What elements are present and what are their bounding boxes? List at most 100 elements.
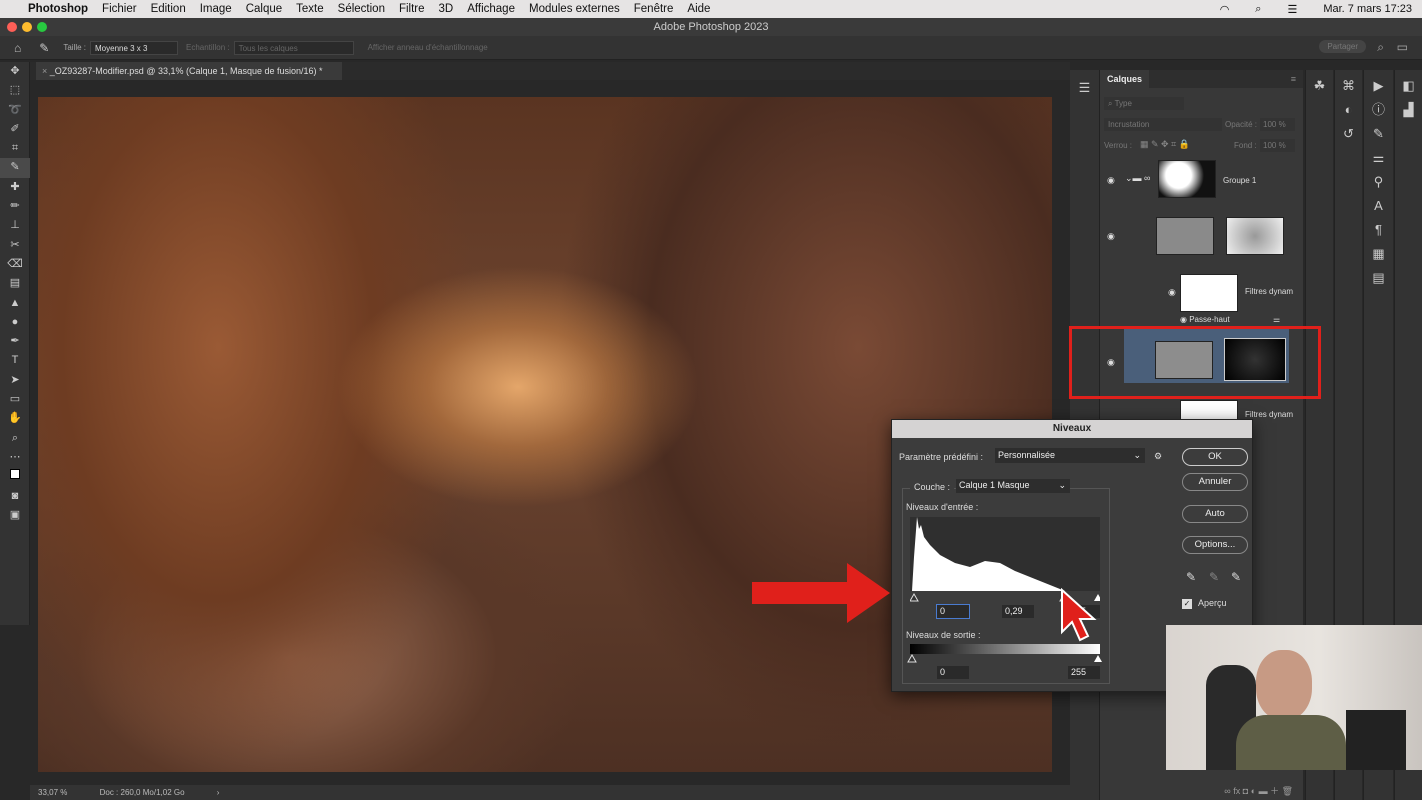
menu-modules[interactable]: Modules externes — [529, 3, 620, 15]
zoom-tool-icon[interactable]: ⌕ — [0, 429, 30, 448]
smart-object-thumbnail[interactable] — [1156, 217, 1214, 255]
menu-calque[interactable]: Calque — [246, 3, 282, 15]
menu-fenetre[interactable]: Fenêtre — [634, 3, 674, 15]
smart-filter-mask-thumbnail[interactable] — [1180, 274, 1238, 312]
dodge-tool-icon[interactable]: ● — [0, 313, 30, 332]
input-black-slider[interactable] — [910, 592, 919, 602]
healing-tool-icon[interactable]: ✚ — [0, 178, 30, 197]
paths-icon[interactable]: ⌘ — [1335, 74, 1362, 98]
output-white-field[interactable]: 255 — [1068, 666, 1100, 679]
adjustments-icon[interactable]: ☰ — [1070, 76, 1099, 100]
preset-gear-icon[interactable]: ⚙ — [1154, 451, 1162, 462]
marquee-tool-icon[interactable]: ⬚ — [0, 81, 30, 100]
gray-eyedropper-icon[interactable]: ✎ — [1209, 570, 1219, 584]
sample-select[interactable]: Tous les calques — [233, 40, 354, 55]
color-panel-icon[interactable]: ☘ — [1306, 74, 1333, 98]
menu-edition[interactable]: Edition — [151, 3, 186, 15]
white-eyedropper-icon[interactable]: ✎ — [1231, 570, 1241, 584]
filter-passe-haut[interactable]: ◉ Passe-haut — [1180, 315, 1230, 324]
menu-image[interactable]: Image — [200, 3, 232, 15]
close-window-button[interactable] — [7, 22, 17, 32]
menu-filtre[interactable]: Filtre — [399, 3, 425, 15]
zoom-window-button[interactable] — [37, 22, 47, 32]
layer-mask-thumbnail[interactable] — [1226, 217, 1284, 255]
notes-icon[interactable]: ▤ — [1364, 266, 1393, 290]
glyphs-icon[interactable]: ▦ — [1364, 242, 1393, 266]
fill-field[interactable]: 100 % — [1260, 139, 1295, 152]
panel-menu-icon[interactable]: ≡ — [1284, 70, 1303, 88]
visibility-eye-icon[interactable]: ◉ — [1107, 231, 1115, 242]
pen-tool-icon[interactable]: ✒ — [0, 332, 30, 351]
brush-tool-icon[interactable]: ✏ — [0, 197, 30, 216]
input-black-field[interactable]: 0 — [936, 604, 970, 619]
play-icon[interactable]: ▶ — [1364, 74, 1393, 98]
workspace-icon[interactable]: ▭ — [1397, 40, 1408, 54]
paragraph-icon[interactable]: ¶ — [1364, 218, 1393, 242]
status-menu-icon[interactable]: › — [217, 788, 220, 797]
quick-select-tool-icon[interactable]: ✐ — [0, 120, 30, 139]
gradient-tool-icon[interactable]: ▤ — [0, 274, 30, 293]
channel-select[interactable]: Calque 1 Masque ⌄ — [956, 479, 1070, 493]
datetime[interactable]: Mar. 7 mars 17:23 — [1323, 3, 1412, 15]
minimize-window-button[interactable] — [22, 22, 32, 32]
menu-fichier[interactable]: Fichier — [102, 3, 137, 15]
auto-button[interactable]: Auto — [1182, 505, 1248, 523]
visibility-eye-icon[interactable]: ◉ — [1107, 175, 1115, 186]
layers-footer-icons[interactable]: ∞ fx ◘ ◐ ▬ ＋ 🗑 — [1100, 782, 1303, 800]
output-black-field[interactable]: 0 — [937, 666, 969, 679]
menu-selection[interactable]: Sélection — [338, 3, 385, 15]
menu-app[interactable]: Photoshop — [28, 3, 88, 15]
eraser-tool-icon[interactable]: ⌫ — [0, 255, 30, 274]
size-select[interactable]: Moyenne 3 x 3 — [90, 40, 178, 55]
hand-tool-icon[interactable]: ✋ — [0, 409, 30, 428]
preset-select[interactable]: Personnalisée ⌄ — [995, 448, 1145, 463]
move-tool-icon[interactable]: ✥ — [0, 62, 30, 81]
black-eyedropper-icon[interactable]: ✎ — [1186, 570, 1196, 584]
screen-mode-icon[interactable]: ▣ — [0, 506, 30, 525]
ring-checkbox[interactable]: Afficher anneau d'échantillonnage — [368, 43, 488, 52]
layer-filter-input[interactable]: ⌕ Type — [1104, 97, 1184, 110]
eyedropper-tool-icon[interactable]: ✎ — [39, 41, 49, 55]
more-tools-icon[interactable]: ⋯ — [0, 448, 30, 467]
color-swatches-icon[interactable] — [0, 467, 30, 486]
libraries-icon[interactable]: ◧ — [1395, 74, 1422, 98]
ok-button[interactable]: OK — [1182, 448, 1248, 466]
cancel-button[interactable]: Annuler — [1182, 473, 1248, 491]
wifi-icon[interactable]: ◠ — [1220, 3, 1230, 16]
group-mask-thumbnail[interactable] — [1158, 160, 1216, 198]
crop-tool-icon[interactable]: ⌗ — [0, 139, 30, 158]
smart-filters-row-2[interactable]: Filtres dynam — [1100, 400, 1295, 420]
lock-icons[interactable]: ▦ ✎ ✥ ⌗ 🔒 — [1140, 139, 1190, 150]
quick-mask-icon[interactable]: ◙ — [0, 487, 30, 506]
close-tab-icon[interactable]: × — [42, 66, 50, 76]
smart-filter-mask-thumbnail[interactable] — [1180, 400, 1238, 420]
visibility-eye-icon[interactable]: ◉ — [1168, 287, 1176, 298]
stamp-tool-icon[interactable]: ⊥ — [0, 216, 30, 235]
menu-aide[interactable]: Aide — [687, 3, 710, 15]
control-center-icon[interactable]: ☰ — [1287, 3, 1297, 16]
output-white-slider[interactable] — [1094, 655, 1102, 662]
menu-affichage[interactable]: Affichage — [467, 3, 515, 15]
home-icon[interactable]: ⌂ — [14, 41, 21, 55]
options-button[interactable]: Options... — [1182, 536, 1248, 554]
opacity-field[interactable]: 100 % — [1260, 118, 1295, 131]
menu-texte[interactable]: Texte — [296, 3, 324, 15]
eyedropper-tool-icon[interactable]: ✎ — [0, 158, 30, 178]
adjustments-circle-icon[interactable]: ◐ — [1335, 98, 1362, 122]
layer-name[interactable]: Groupe 1 — [1223, 176, 1256, 185]
brush-settings-icon[interactable]: ✎ — [1364, 122, 1393, 146]
type-tool-icon[interactable]: T — [0, 351, 30, 370]
blend-mode-select[interactable]: Incrustation — [1104, 118, 1222, 131]
search-icon[interactable]: ⌕ — [1255, 3, 1261, 16]
layers-tab[interactable]: Calques — [1100, 70, 1150, 88]
output-black-slider[interactable] — [907, 654, 917, 663]
blur-tool-icon[interactable]: ▲ — [0, 294, 30, 313]
history-brush-icon[interactable]: ✂ — [0, 236, 30, 255]
smart-filters-row[interactable]: ◉ Filtres dynam ◉ Passe-haut ⚌ — [1100, 273, 1295, 331]
filter-options-icon[interactable]: ⚌ — [1273, 315, 1280, 324]
info-icon[interactable]: ⓘ — [1364, 98, 1393, 122]
search-icon[interactable]: ⌕ — [1377, 40, 1384, 55]
path-select-tool-icon[interactable]: ➤ — [0, 371, 30, 390]
menu-3d[interactable]: 3D — [439, 3, 454, 15]
clone-source-icon[interactable]: ⚲ — [1364, 170, 1393, 194]
